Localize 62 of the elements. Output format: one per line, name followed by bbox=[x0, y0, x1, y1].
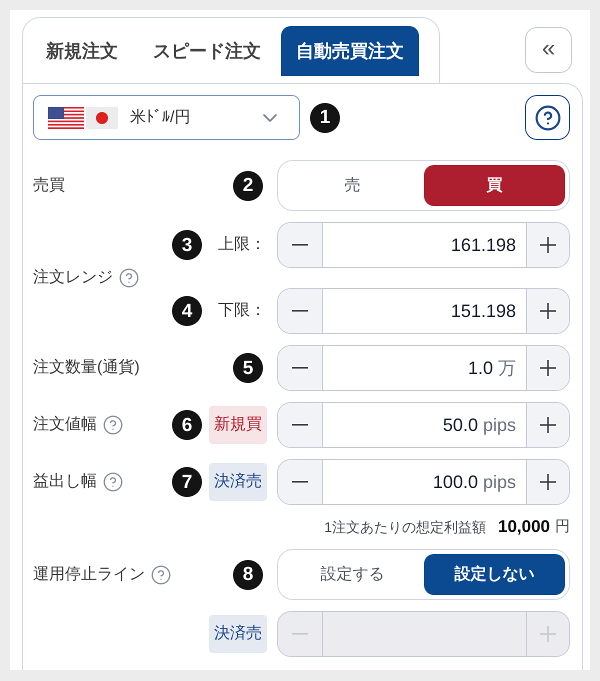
field-label: 運用停止ライン bbox=[33, 564, 145, 584]
currency-unit: 円 bbox=[555, 516, 570, 537]
toggle-option[interactable]: 売 bbox=[282, 165, 423, 206]
value-field[interactable]: 151.198 bbox=[323, 289, 526, 333]
value-field[interactable]: 1.0 万 bbox=[323, 346, 526, 390]
plus-icon bbox=[540, 303, 556, 319]
minus-icon bbox=[292, 481, 308, 483]
japan-flag-icon bbox=[86, 106, 118, 128]
field-label: 益出し幅 bbox=[33, 472, 97, 492]
profit-amount: 10,000 bbox=[498, 516, 550, 538]
us-flag-icon bbox=[48, 106, 84, 128]
help-button[interactable] bbox=[525, 95, 570, 140]
order-type-tag: 新規買 bbox=[209, 406, 267, 444]
toggle-option[interactable]: 設定しない bbox=[424, 554, 565, 595]
callout-number: 2 bbox=[233, 170, 263, 200]
callout-number: 7 bbox=[172, 467, 202, 497]
chevron-down-icon bbox=[263, 114, 277, 122]
plus-icon bbox=[540, 417, 556, 433]
collapse-button[interactable]: « bbox=[525, 27, 572, 73]
minus-icon bbox=[292, 367, 308, 369]
increase-button[interactable] bbox=[526, 460, 569, 504]
value-field[interactable]: 161.198 bbox=[323, 223, 526, 267]
field-label: 売買 bbox=[33, 176, 65, 196]
value-field[interactable]: 100.0 pips bbox=[323, 460, 526, 504]
tab[interactable]: 新規注文 bbox=[31, 26, 133, 76]
plus-icon bbox=[540, 474, 556, 490]
tab[interactable]: 自動売買注文 bbox=[281, 26, 419, 76]
increase-button[interactable] bbox=[526, 289, 569, 333]
bound-label: 上限： bbox=[218, 234, 266, 255]
toggle-option[interactable]: 買 bbox=[424, 165, 565, 206]
currency-select[interactable]: 米ﾄﾞﾙ/円 bbox=[33, 95, 300, 140]
help-icon[interactable] bbox=[103, 415, 123, 435]
increase-button[interactable] bbox=[526, 403, 569, 447]
minus-icon bbox=[292, 310, 308, 312]
callout-number: 4 bbox=[172, 296, 202, 326]
order-type-tag: 決済売 bbox=[209, 615, 267, 653]
help-icon[interactable] bbox=[103, 472, 123, 492]
value-field[interactable]: 50.0 pips bbox=[323, 403, 526, 447]
callout-number: 8 bbox=[233, 560, 263, 590]
callout-number: 1 bbox=[310, 102, 340, 132]
minus-icon bbox=[292, 424, 308, 426]
field-label: 注文数量(通貨) bbox=[33, 358, 140, 378]
toggle-option[interactable]: 設定する bbox=[282, 554, 423, 595]
help-icon[interactable] bbox=[119, 268, 139, 288]
help-icon[interactable] bbox=[151, 564, 171, 584]
plus-icon bbox=[540, 626, 556, 642]
callout-number: 5 bbox=[233, 353, 263, 383]
callout-number: 3 bbox=[172, 230, 202, 260]
help-icon bbox=[534, 104, 560, 130]
bound-label: 下限： bbox=[218, 301, 266, 321]
increase-button[interactable] bbox=[526, 223, 569, 267]
callout-number: 6 bbox=[172, 410, 202, 440]
minus-icon bbox=[292, 244, 308, 246]
increase-button[interactable] bbox=[526, 346, 569, 390]
tab[interactable]: スピード注文 bbox=[138, 26, 276, 76]
minus-icon bbox=[292, 633, 308, 635]
note-label: 1注文あたりの想定利益額 bbox=[324, 518, 486, 536]
field-label: 注文レンジ bbox=[33, 268, 113, 288]
plus-icon bbox=[540, 360, 556, 376]
order-type-tag: 決済売 bbox=[209, 463, 267, 501]
field-label: 注文値幅 bbox=[33, 414, 97, 435]
plus-icon bbox=[540, 237, 556, 253]
